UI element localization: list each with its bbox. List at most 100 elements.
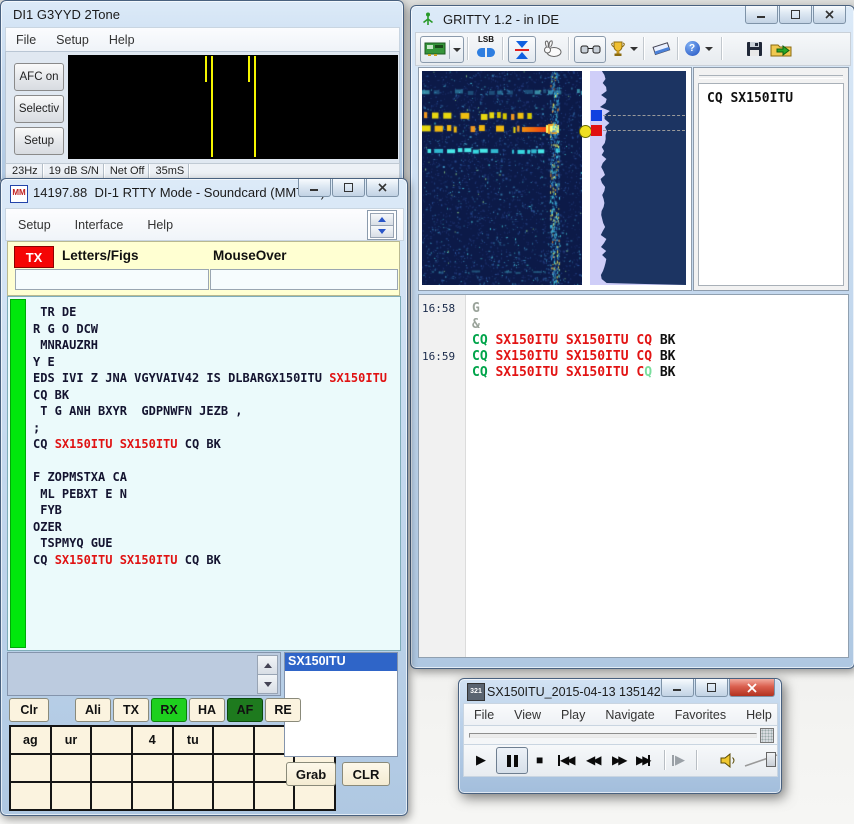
macro-cell-ur[interactable]: ur	[52, 727, 91, 753]
skip-start-icon[interactable]: ◀◀	[558, 749, 572, 771]
macro-cell[interactable]	[214, 755, 253, 781]
volume-thumb[interactable]	[766, 752, 776, 767]
menu-item-help[interactable]: Help	[736, 705, 782, 725]
soundcard-select-button[interactable]	[420, 36, 464, 63]
rx-control-button[interactable]: RX	[151, 698, 187, 722]
mmtty-titlebar[interactable]: MM 14197.88 DI-1 RTTY Mode - Soundcard (…	[1, 179, 407, 205]
clr-button[interactable]: CLR	[342, 762, 390, 786]
list-item-sx150itu[interactable]: SX150ITU	[285, 653, 397, 671]
rewind-icon[interactable]: ◀◀	[586, 749, 598, 771]
macro-cell-ag[interactable]: ag	[11, 727, 50, 753]
tx-badge[interactable]: TX	[14, 246, 54, 268]
minimize-icon[interactable]	[661, 679, 694, 697]
minimize-icon[interactable]	[745, 6, 778, 24]
sideband-lsb-button[interactable]: LSB	[473, 36, 499, 61]
spectrum-display[interactable]	[590, 71, 686, 285]
maximize-icon[interactable]	[332, 179, 365, 197]
seek-groove[interactable]	[469, 733, 757, 738]
panel-splitter[interactable]	[699, 75, 843, 79]
macro-cell[interactable]	[52, 755, 91, 781]
tx-buffer-area[interactable]	[7, 652, 281, 696]
awards-trophy-button[interactable]	[608, 36, 628, 61]
macro-cell[interactable]	[11, 783, 50, 809]
menu-item-file[interactable]: File	[464, 705, 504, 725]
space-square-marker[interactable]	[591, 125, 602, 136]
twotone-titlebar[interactable]: DI1 G3YYD 2Tone	[1, 1, 403, 27]
speaker-icon[interactable]	[720, 749, 739, 771]
frame-step-icon[interactable]: ▶	[672, 749, 685, 771]
twotone-button-selectiv[interactable]: Selectiv	[14, 95, 64, 123]
macro-cell[interactable]	[52, 783, 91, 809]
volume-slider[interactable]	[744, 750, 780, 770]
mark-square-marker[interactable]	[591, 110, 602, 121]
macro-cell[interactable]	[11, 755, 50, 781]
help-button[interactable]: ?	[683, 36, 701, 61]
menu-item-play[interactable]: Play	[551, 705, 595, 725]
menu-item-view[interactable]: View	[504, 705, 551, 725]
waterfall-display[interactable]	[422, 71, 582, 285]
player-titlebar[interactable]: 321 SX150ITU_2015-04-13 135142.wav	[459, 679, 781, 705]
menu-item-file[interactable]: File	[6, 30, 46, 50]
buffer-scroll-down[interactable]	[257, 674, 278, 694]
buffer-scroll-up[interactable]	[257, 655, 278, 675]
macro-cell-4[interactable]: 4	[133, 727, 172, 753]
macro-cell[interactable]	[92, 727, 131, 753]
macro-cell[interactable]	[174, 755, 213, 781]
open-folder-button[interactable]	[768, 36, 794, 61]
twotone-button-afc-on[interactable]: AFC on	[14, 63, 64, 91]
ha-control-button[interactable]: HA	[189, 698, 225, 722]
twotone-tuning-display[interactable]	[68, 55, 398, 159]
maximize-icon[interactable]	[695, 679, 728, 697]
macro-cell-tu[interactable]: tu	[174, 727, 213, 753]
macro-cell[interactable]	[92, 783, 131, 809]
macro-cell[interactable]	[174, 783, 213, 809]
minimize-icon[interactable]	[298, 179, 331, 197]
rabbit-speed-icon[interactable]	[540, 36, 566, 61]
spin-down-button[interactable]	[370, 225, 394, 238]
skip-end-icon[interactable]: ▶▶	[636, 749, 650, 771]
menu-item-help[interactable]: Help	[135, 211, 185, 239]
mouseover-field[interactable]	[210, 269, 398, 290]
tuning-updown-button[interactable]	[508, 36, 536, 63]
menu-item-setup[interactable]: Setup	[46, 30, 99, 50]
help-dropdown[interactable]	[703, 36, 715, 61]
stop-icon[interactable]: ■	[536, 749, 543, 771]
close-icon[interactable]	[366, 179, 399, 197]
macro-cell[interactable]	[214, 783, 253, 809]
close-icon[interactable]	[813, 6, 846, 24]
macro-cell[interactable]	[133, 783, 172, 809]
macro-cell[interactable]	[214, 727, 253, 753]
twotone-button-setup[interactable]: Setup	[14, 127, 64, 155]
macro-cell[interactable]	[92, 755, 131, 781]
status-segment: Net Off	[104, 164, 150, 179]
letters-figs-field[interactable]	[15, 269, 209, 290]
menu-item-setup[interactable]: Setup	[6, 211, 63, 239]
fast-forward-icon[interactable]: ▶▶	[612, 749, 624, 771]
pause-button[interactable]	[496, 747, 528, 774]
macro-cell[interactable]	[133, 755, 172, 781]
rx-text-area[interactable]: TR DER G O DCW MNRAUZRHY EEDS IVI Z JNA …	[7, 296, 401, 651]
menu-item-navigate[interactable]: Navigate	[595, 705, 664, 725]
gritty-titlebar[interactable]: GRITTY 1.2 - in IDE	[411, 6, 854, 32]
af-control-button[interactable]: AF	[227, 698, 263, 722]
ali-control-button[interactable]: Ali	[75, 698, 111, 722]
clr-control-button[interactable]: Clr	[9, 698, 49, 722]
monitor-glasses-button[interactable]	[574, 36, 606, 63]
mark-tone-short-line	[205, 56, 207, 82]
macro-cell[interactable]	[295, 783, 334, 809]
menu-item-interface[interactable]: Interface	[63, 211, 136, 239]
trophy-dropdown[interactable]	[628, 36, 640, 61]
clear-eraser-button[interactable]	[649, 36, 673, 61]
seek-thumb[interactable]	[760, 728, 774, 743]
maximize-icon[interactable]	[779, 6, 812, 24]
menu-item-help[interactable]: Help	[99, 30, 145, 50]
close-icon[interactable]	[729, 679, 775, 697]
re-control-button[interactable]: RE	[265, 698, 301, 722]
callsign-listbox[interactable]: SX150ITU	[284, 652, 398, 757]
save-button[interactable]	[743, 36, 765, 61]
play-icon[interactable]: ▶	[476, 749, 486, 771]
menu-item-favorites[interactable]: Favorites	[665, 705, 736, 725]
tx-control-button[interactable]: TX	[113, 698, 149, 722]
macro-cell[interactable]	[255, 783, 294, 809]
grab-button[interactable]: Grab	[286, 762, 336, 786]
